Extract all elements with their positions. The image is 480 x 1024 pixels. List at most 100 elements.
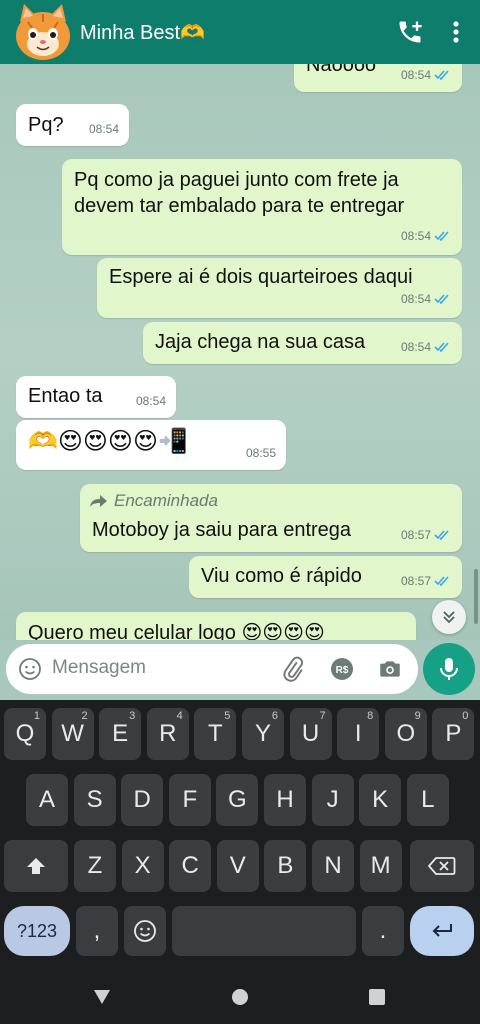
contact-name[interactable]: Minha Best🫶 <box>80 20 205 45</box>
key-a-label: A <box>38 786 55 813</box>
payment-icon[interactable]: R$ <box>329 656 355 682</box>
key-i[interactable]: I8 <box>337 708 380 760</box>
nav-home-icon[interactable] <box>232 989 248 1005</box>
read-ticks-icon <box>434 231 452 241</box>
attach-icon[interactable] <box>280 656 306 682</box>
key-a[interactable]: A <box>26 774 68 826</box>
key-d[interactable]: D <box>121 774 164 826</box>
symbols-key[interactable]: ?123 <box>4 906 70 956</box>
key-b-label: B <box>277 852 294 879</box>
camera-icon[interactable] <box>377 656 403 682</box>
nav-recents-icon[interactable] <box>369 989 385 1005</box>
message-input-placeholder: Mensagem <box>52 657 146 678</box>
key-h[interactable]: H <box>264 774 306 826</box>
key-p-label: P <box>445 720 462 747</box>
key-j-label: J <box>326 786 339 813</box>
nav-back-icon[interactable] <box>92 988 112 1006</box>
emoji-key[interactable] <box>124 906 166 956</box>
key-o-label: O <box>396 720 416 747</box>
add-call-icon[interactable] <box>396 18 424 46</box>
key-l[interactable]: L <box>406 774 449 826</box>
key-o[interactable]: O9 <box>384 708 427 760</box>
shift-key[interactable] <box>4 840 68 892</box>
read-ticks-icon <box>434 342 452 352</box>
message-meta: 08:54 <box>401 286 452 312</box>
read-ticks-icon <box>434 576 452 586</box>
message-bubble-incoming[interactable]: 🫶😍😍😍😍📲 08:55 <box>16 420 286 470</box>
key-v-label: V <box>229 852 246 879</box>
key-w-hint: 2 <box>81 710 88 722</box>
key-x[interactable]: X <box>121 840 164 892</box>
key-t[interactable]: T5 <box>194 708 237 760</box>
message-bubble-outgoing[interactable]: Viu como é rápido 08:57 <box>189 556 462 598</box>
message-bubble-incoming[interactable]: Entao ta 08:54 <box>16 376 176 418</box>
message-bubble-incoming[interactable]: Pq? 08:54 <box>16 104 129 146</box>
key-e[interactable]: E3 <box>99 708 142 760</box>
key-h-label: H <box>276 786 294 813</box>
space-key[interactable] <box>172 906 356 956</box>
double-chevron-down-icon <box>443 611 455 624</box>
key-q-hint: 1 <box>33 710 40 722</box>
key-y[interactable]: Y6 <box>242 708 284 760</box>
enter-key[interactable] <box>410 906 474 956</box>
scroll-to-bottom-button[interactable] <box>432 600 466 634</box>
read-ticks-icon <box>434 530 452 540</box>
message-meta: 08:54 <box>135 394 166 408</box>
message-bubble-forwarded[interactable]: Encaminhada Motoboy ja saiu para entrega… <box>80 484 462 552</box>
key-z[interactable]: Z <box>74 840 116 892</box>
key-q[interactable]: Q1 <box>4 708 46 760</box>
message-meta: 08:54 <box>401 223 452 249</box>
key-s[interactable]: S <box>73 774 116 826</box>
message-bubble-outgoing[interactable]: Jaja chega na sua casa 08:54 <box>143 322 462 364</box>
message-text: Entao ta <box>28 385 103 407</box>
contact-avatar[interactable] <box>8 2 78 62</box>
message-bubble-outgoing[interactable]: Pq como ja paguei junto com frete ja dev… <box>62 159 462 255</box>
mic-button[interactable] <box>423 643 475 695</box>
key-l-label: L <box>421 786 435 813</box>
key-b[interactable]: B <box>264 840 307 892</box>
key-v[interactable]: V <box>216 840 259 892</box>
comma-key-label: , <box>93 917 101 944</box>
backspace-key[interactable] <box>410 840 474 892</box>
key-y-label: Y <box>254 720 271 747</box>
key-c[interactable]: C <box>169 840 212 892</box>
message-bubble-outgoing[interactable]: Naoooo 08:54 <box>294 64 462 92</box>
key-u[interactable]: U7 <box>289 708 332 760</box>
message-text: Motoboy ja saiu para entrega <box>92 519 352 541</box>
key-m[interactable]: M <box>359 840 402 892</box>
key-i-label: I <box>354 720 362 747</box>
message-list[interactable]: Naoooo 08:54 Pq? 08:54 Pq como ja paguei… <box>0 64 480 640</box>
comma-key[interactable]: , <box>76 906 118 956</box>
key-r-label: R <box>159 720 177 747</box>
key-q-label: Q <box>15 720 35 747</box>
key-j[interactable]: J <box>311 774 354 826</box>
more-vert-icon[interactable] <box>446 18 466 46</box>
key-g-label: G <box>228 786 247 813</box>
period-key[interactable]: . <box>362 906 404 956</box>
message-text: Jaja chega na sua casa <box>155 331 366 353</box>
scrollbar-thumb[interactable] <box>474 569 478 624</box>
key-u-label: U <box>301 720 320 747</box>
key-w[interactable]: W2 <box>51 708 94 760</box>
key-r-hint: 4 <box>176 710 183 722</box>
message-text: 🫶😍😍😍😍📲 <box>28 427 188 455</box>
key-s-label: S <box>86 786 103 813</box>
key-r[interactable]: R4 <box>146 708 189 760</box>
period-key-label: . <box>379 917 387 944</box>
emoji-icon[interactable] <box>18 657 42 681</box>
key-u-hint: 7 <box>319 710 326 722</box>
key-k[interactable]: K <box>359 774 402 826</box>
key-p[interactable]: P0 <box>432 708 475 760</box>
key-f[interactable]: F <box>168 774 211 826</box>
message-bubble-outgoing[interactable]: Espere ai é dois quarteiroes daqui 08:54 <box>97 258 462 318</box>
enter-icon <box>432 924 452 937</box>
message-bubble-outgoing[interactable]: Quero meu celular logo 😍😍😍😍 <box>16 612 416 640</box>
key-n[interactable]: N <box>312 840 354 892</box>
key-k-label: K <box>372 786 389 813</box>
forward-arrow-icon <box>90 495 107 507</box>
key-i-hint: 8 <box>367 710 374 722</box>
key-g[interactable]: G <box>216 774 259 826</box>
key-w-label: W <box>61 720 84 747</box>
key-p-hint: 0 <box>462 710 469 722</box>
message-text: Naoooo <box>306 64 377 76</box>
